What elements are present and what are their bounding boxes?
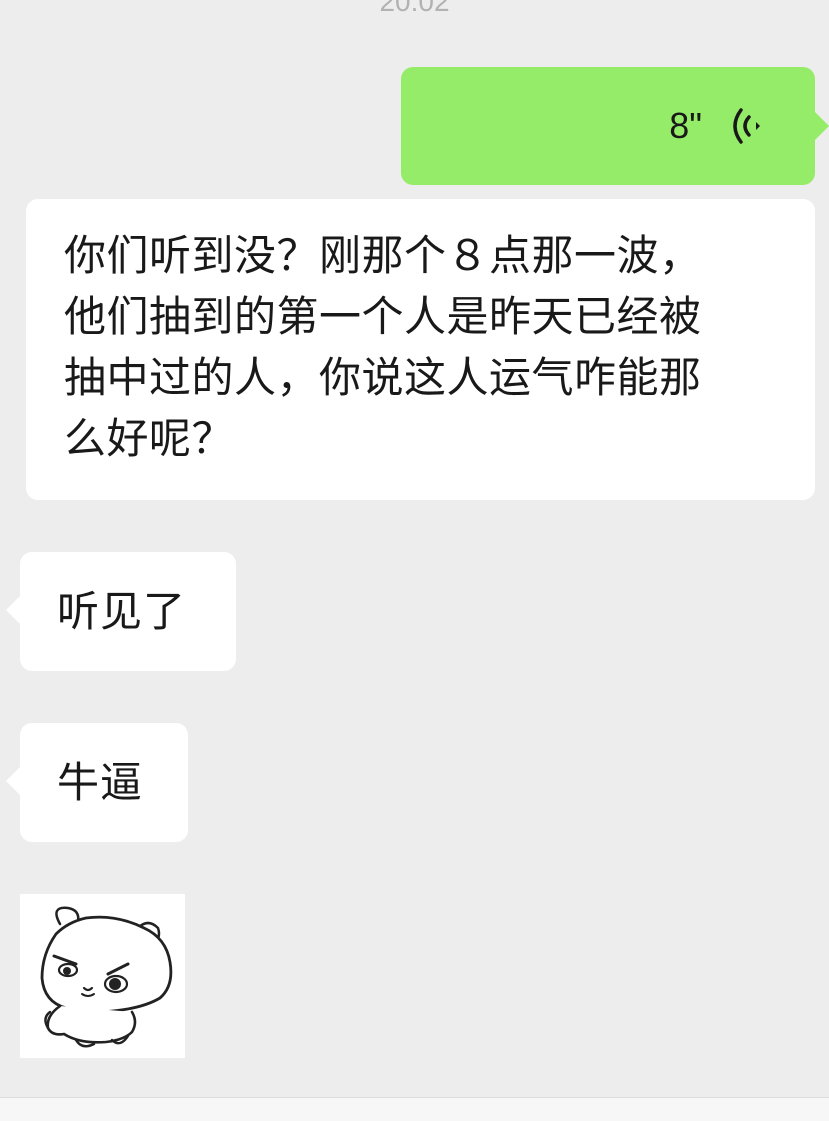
sticker-message[interactable] (20, 894, 185, 1058)
text-message-bubble[interactable]: 牛逼 (6, 723, 188, 842)
message-line: 抽中过的人，你说这人运气咋能那 (64, 353, 702, 402)
bubble-tail (6, 596, 20, 624)
message-text: 听见了 (57, 587, 187, 636)
message-timestamp: 20:02 (379, 0, 450, 17)
voice-duration: 8" (669, 105, 702, 146)
angry-bear-sticker (40, 906, 173, 1048)
bubble-tail (815, 112, 829, 140)
voice-wave-icon (733, 108, 760, 144)
voice-message-bubble[interactable]: 8" (401, 67, 829, 185)
message-line: 你们听到没？刚那个８点那一波， (64, 231, 702, 280)
input-toolbar (0, 1097, 829, 1121)
message-text: 牛逼 (57, 758, 144, 807)
text-message-bubble[interactable]: 听见了 (6, 552, 236, 671)
message-text: 你们听到没？刚那个８点那一波， 他们抽到的第一个人是昨天已经被 抽中过的人，你说… (64, 225, 779, 469)
message-line: 么好呢？ (64, 414, 235, 463)
bubble-tail (6, 767, 20, 795)
message-line: 他们抽到的第一个人是昨天已经被 (64, 292, 702, 341)
text-message-bubble[interactable]: 你们听到没？刚那个８点那一波， 他们抽到的第一个人是昨天已经被 抽中过的人，你说… (26, 199, 815, 500)
